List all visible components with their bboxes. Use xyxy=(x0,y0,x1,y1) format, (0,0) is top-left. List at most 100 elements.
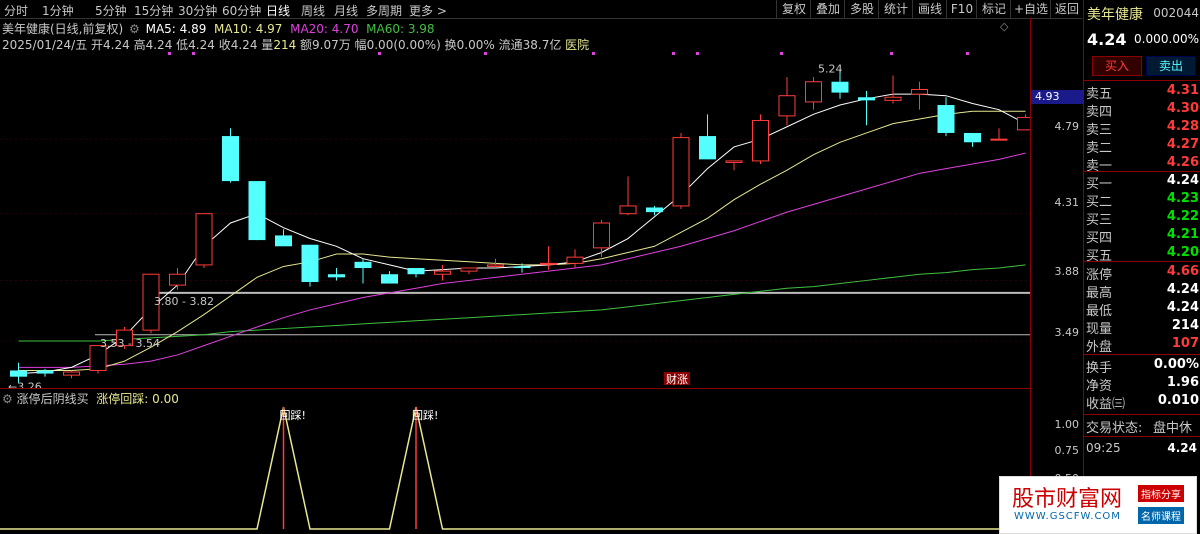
candle-body xyxy=(169,273,186,286)
dot-marker xyxy=(168,52,171,55)
signal-label: 回踩! xyxy=(280,409,306,422)
candle-body xyxy=(937,105,955,133)
candle-body xyxy=(964,132,981,143)
info-sector[interactable]: 医院 xyxy=(565,38,589,52)
candle-body xyxy=(699,136,716,160)
ma60-label: MA60: 3.98 xyxy=(366,22,435,36)
dot-marker xyxy=(780,52,783,55)
quote-info-line: 2025/01/24/五 开4.24 高4.24 低4.24 收4.24 量21… xyxy=(2,36,589,53)
back-button[interactable]: 返回 xyxy=(1050,0,1083,18)
sub-axis-label: 0.75 xyxy=(1054,444,1080,457)
tab-daily[interactable]: 日线 xyxy=(266,2,290,19)
indicator-line xyxy=(0,406,1030,530)
ma5-label: MA5: 4.89 xyxy=(145,22,207,36)
ma10-label: MA10: 4.97 xyxy=(214,22,283,36)
ma-info-line: 美年健康(日线,前复权) ⚙ MA5: 4.89 MA10: 4.97 MA20… xyxy=(2,20,435,37)
stat-row-label: 涨停 xyxy=(1086,268,1113,283)
stat-row-value: 107 xyxy=(1171,336,1199,351)
candle-body xyxy=(725,160,743,163)
trade-state-value: 盘中休 xyxy=(1153,421,1193,436)
tab-5min[interactable]: 5分钟 xyxy=(95,2,127,19)
overlay-button[interactable]: 叠加 xyxy=(810,0,845,18)
dot-marker xyxy=(890,52,893,55)
stat-row: 换手 0.00% xyxy=(1086,357,1199,376)
candle xyxy=(752,114,769,165)
stat-row: 最高 4.24 xyxy=(1086,282,1199,301)
ask-row: 卖三 4.28 xyxy=(1086,119,1199,138)
tab-30min[interactable]: 30分钟 xyxy=(178,2,217,19)
candle-body xyxy=(1017,116,1030,131)
candle xyxy=(381,271,398,284)
indicator-chart: 回踩! 回踩! xyxy=(0,406,1030,530)
info-vol: 214 xyxy=(273,38,297,52)
settings-gear-icon[interactable]: ⚙ xyxy=(129,22,140,36)
tab-more[interactable]: 更多 > xyxy=(409,2,447,19)
gap-annotation: 3.53 - 3.54 xyxy=(100,337,160,350)
candle-body xyxy=(831,81,849,93)
dot-marker xyxy=(696,52,699,55)
stat-row-label: 最低 xyxy=(1086,304,1113,319)
sub-axis-label: 1.00 xyxy=(1054,418,1080,431)
multi-stock-button[interactable]: 多股 xyxy=(844,0,879,18)
f10-button[interactable]: F10 xyxy=(946,0,977,18)
price-axis: 4.79 4.31 3.88 3.49 4.93 1.00 0.75 0.50 xyxy=(1030,18,1083,532)
candle-body xyxy=(858,97,875,101)
candle-body xyxy=(646,207,663,213)
candle xyxy=(195,213,213,269)
info-amp: 幅0.00(0.00%) xyxy=(354,38,441,52)
tab-fenshi[interactable]: 分时 xyxy=(4,2,28,19)
tab-multiperiod[interactable]: 多周期 xyxy=(366,2,402,19)
stock-price: 4.24 xyxy=(1087,30,1127,49)
candle xyxy=(672,132,690,210)
candle xyxy=(63,370,80,379)
candle xyxy=(937,97,955,137)
sell-button[interactable]: 卖出 xyxy=(1146,56,1196,76)
dot-marker xyxy=(966,52,969,55)
tab-1min[interactable]: 1分钟 xyxy=(42,2,74,19)
stat-row-label: 净资 xyxy=(1086,379,1113,394)
candle-body xyxy=(513,266,531,269)
buy-button[interactable]: 买入 xyxy=(1092,56,1142,76)
stat-row: 现量 214 xyxy=(1086,318,1199,337)
stat-row: 涨停 4.66 xyxy=(1086,264,1199,283)
candle-body xyxy=(434,270,451,275)
collapse-icon[interactable]: ◇ xyxy=(1000,20,1008,33)
ask-row-value: 4.27 xyxy=(1166,137,1199,152)
gap-annotation: 3.80 - 3.82 xyxy=(154,295,214,308)
ask-row-value: 4.26 xyxy=(1166,155,1199,170)
watermark-title: 股市财富网 xyxy=(1012,487,1123,512)
ask-row-label: 卖二 xyxy=(1086,141,1113,156)
restore-rights-button[interactable]: 复权 xyxy=(776,0,811,18)
bid-row-value: 4.20 xyxy=(1166,245,1199,260)
tab-60min[interactable]: 60分钟 xyxy=(222,2,261,19)
bid-row-value: 4.23 xyxy=(1166,191,1199,206)
candle xyxy=(884,75,902,104)
candle xyxy=(858,91,875,126)
candle-body xyxy=(248,181,266,241)
quote-sidebar: 美年健康 002044 4.24 0.00 0.00% 买入 卖出 卖五 4.31… xyxy=(1083,0,1200,532)
stock-code: 002044 xyxy=(1153,6,1199,20)
current-price-tag: 4.93 xyxy=(1031,90,1083,104)
mark-button[interactable]: 标记 xyxy=(976,0,1011,18)
stats-button[interactable]: 统计 xyxy=(878,0,913,18)
candle-body xyxy=(566,256,584,264)
add-watchlist-button[interactable]: +自选 xyxy=(1010,0,1051,18)
axis-price-label: 4.79 xyxy=(1054,120,1080,133)
candle-body xyxy=(407,268,425,275)
candle-body xyxy=(884,96,902,101)
indicator-panel[interactable]: ⚙ 涨停后阴线买 涨停回踩: 0.00 回踩! 回踩! xyxy=(0,388,1030,533)
stat-row: 净资 1.96 xyxy=(1086,375,1199,394)
tab-monthly[interactable]: 月线 xyxy=(334,2,358,19)
tab-weekly[interactable]: 周线 xyxy=(301,2,325,19)
candlestick-chart[interactable]: 5.24 ←3.26 3.80 - 3.82 3.53 - 3.54 财涨 xyxy=(0,52,1030,388)
ask-row-label: 卖三 xyxy=(1086,123,1113,138)
candle xyxy=(725,160,743,171)
info-high: 高4.24 xyxy=(133,38,173,52)
tab-15min[interactable]: 15分钟 xyxy=(134,2,173,19)
watermark-tag: 名师课程 xyxy=(1138,507,1184,524)
stat-row-value: 0.00% xyxy=(1153,357,1199,372)
dot-marker xyxy=(192,52,195,55)
dot-marker xyxy=(484,52,487,55)
info-vol-label: 量 xyxy=(261,38,274,52)
draw-line-button[interactable]: 画线 xyxy=(912,0,947,18)
